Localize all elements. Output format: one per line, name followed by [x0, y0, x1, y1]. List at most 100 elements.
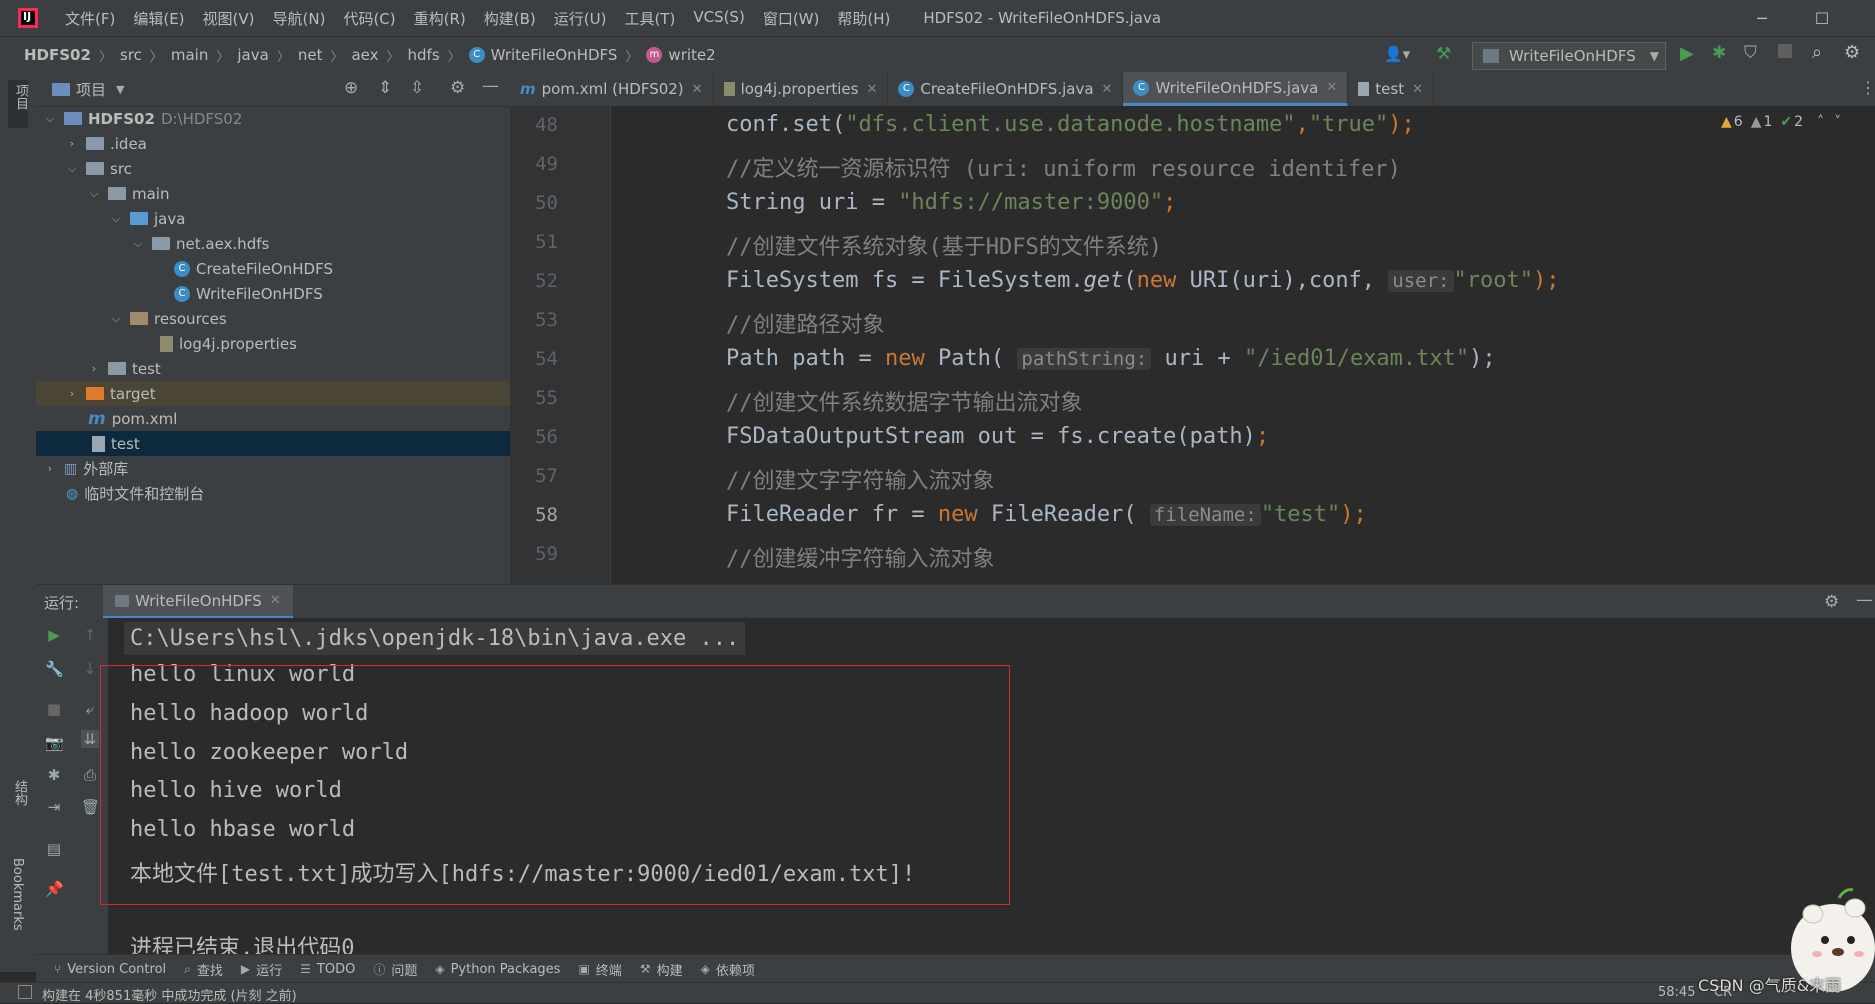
close-icon[interactable]: ✕ [270, 593, 281, 608]
tool-problems[interactable]: ⓘ 问题 [373, 960, 417, 979]
user-icon[interactable]: 👤▾ [1384, 45, 1410, 63]
tab-writefileonhdfs[interactable]: C WriteFileOnHDFS.java ✕ [1123, 72, 1349, 106]
breadcrumb-method[interactable]: write2 [668, 46, 715, 64]
more-tabs-icon[interactable]: ⋮ [1860, 78, 1875, 97]
inspection-widget[interactable]: ▲ 6 ▲ 1 ✔ 2 ˄ ˅ [1721, 114, 1841, 130]
stop-icon[interactable] [1778, 44, 1792, 58]
login-icon[interactable]: ⇥ [45, 798, 63, 816]
debug-icon[interactable]: ✱ [1712, 43, 1726, 63]
tree-item-java[interactable]: ⌵ java [36, 206, 510, 231]
breadcrumb-hdfs[interactable]: hdfs [408, 46, 440, 64]
trash-icon[interactable]: 🗑 [81, 798, 100, 816]
locate-target-icon[interactable]: ⊕ [344, 78, 358, 98]
menu-vcs[interactable]: VCS(S) [684, 8, 753, 29]
close-icon[interactable]: ✕ [1326, 80, 1337, 95]
hide-panel-icon[interactable]: — [1856, 590, 1873, 610]
menu-view[interactable]: 视图(V) [194, 8, 264, 29]
maximize-button[interactable]: ☐ [1796, 0, 1848, 36]
settings-gear-icon[interactable]: ⚙ [1824, 592, 1839, 612]
run-icon[interactable]: ▶ [1680, 43, 1694, 64]
search-icon[interactable]: ⌕ [1812, 42, 1822, 63]
collapse-all-icon[interactable]: ⇳ [410, 78, 424, 98]
debug-icon[interactable]: ✱ [45, 766, 63, 784]
breadcrumb-java[interactable]: java [237, 46, 268, 64]
tool-dependencies[interactable]: ◈ 依赖项 [701, 960, 755, 979]
toggle-tool-windows-icon[interactable] [18, 985, 32, 999]
expand-all-icon[interactable]: ⇕ [378, 78, 392, 98]
run-tab[interactable]: WriteFileOnHDFS ✕ [103, 585, 293, 619]
wrench-icon[interactable]: 🔧 [45, 660, 64, 678]
breadcrumb-project[interactable]: HDFS02 [24, 46, 91, 64]
tree-item-scratches[interactable]: ◍ 临时文件和控制台 [36, 481, 510, 506]
settings-gear-icon[interactable]: ⚙ [450, 78, 465, 98]
close-icon[interactable]: ✕ [692, 82, 703, 97]
close-icon[interactable]: ✕ [866, 82, 877, 97]
camera-icon[interactable]: 📷 [45, 734, 64, 752]
project-tool-button[interactable]: 项目 [8, 80, 28, 128]
tool-todo[interactable]: ☰ TODO [300, 962, 355, 977]
code-editor[interactable]: conf.set("dfs.client.use.datanode.hostna… [611, 106, 1875, 584]
chevron-up-icon[interactable]: ˄ [1817, 114, 1824, 130]
menu-window[interactable]: 窗口(W) [754, 8, 829, 29]
menu-navigate[interactable]: 导航(N) [264, 8, 335, 29]
menu-tools[interactable]: 工具(T) [615, 8, 684, 29]
structure-tool-label[interactable]: 结构 [10, 780, 29, 806]
minimize-button[interactable]: ─ [1736, 0, 1788, 36]
menu-help[interactable]: 帮助(H) [828, 8, 899, 29]
menu-refactor[interactable]: 重构(R) [405, 8, 475, 29]
tree-item-test-file[interactable]: test [36, 431, 510, 456]
pin-icon[interactable]: 📌 [45, 880, 64, 898]
menu-file[interactable]: 文件(F) [56, 8, 124, 29]
run-configuration-select[interactable]: WriteFileOnHDFS ▼ [1472, 42, 1666, 70]
tree-item-test-folder[interactable]: › test [36, 356, 510, 381]
status-message[interactable]: 构建在 4秒851毫秒 中成功完成 (片刻 之前) [42, 985, 297, 1004]
menu-build[interactable]: 构建(B) [475, 8, 545, 29]
menu-run[interactable]: 运行(U) [545, 8, 616, 29]
tree-item-log4j[interactable]: log4j.properties [36, 331, 510, 356]
tab-test[interactable]: test ✕ [1348, 72, 1434, 106]
tool-find[interactable]: ⌕ 查找 [184, 960, 223, 979]
tree-item-hdfs02[interactable]: ⌵ HDFS02 D:\HDFS02 [36, 106, 510, 131]
tree-item-src[interactable]: ⌵ src [36, 156, 510, 181]
rerun-icon[interactable]: ▶ [45, 626, 63, 644]
tool-terminal[interactable]: ▣ 终端 [578, 960, 621, 979]
settings-gear-icon[interactable]: ⚙ [1844, 42, 1860, 63]
build-hammer-icon[interactable]: ⚒ [1436, 44, 1451, 64]
tab-createfileonhdfs[interactable]: C CreateFileOnHDFS.java ✕ [888, 72, 1124, 106]
hide-panel-icon[interactable]: — [482, 76, 499, 96]
soft-wrap-icon[interactable]: ⤶ [81, 700, 99, 718]
tree-item-createfileonhdfs[interactable]: C CreateFileOnHDFS [36, 256, 510, 281]
close-icon[interactable]: ✕ [1102, 82, 1113, 97]
tree-item-external-libraries[interactable]: › ▥ 外部库 [36, 456, 510, 481]
print-icon[interactable]: ⎙ [81, 766, 99, 784]
tool-version-control[interactable]: ⑂ Version Control [54, 962, 166, 977]
arrow-up-icon[interactable]: ↑ [81, 626, 99, 644]
tree-item-resources[interactable]: ⌵ resources [36, 306, 510, 331]
coverage-icon[interactable]: ⛉ [1744, 43, 1757, 63]
tree-item-target[interactable]: › target [36, 381, 510, 406]
tree-item-package[interactable]: ⌵ net.aex.hdfs [36, 231, 510, 256]
breadcrumb-src[interactable]: src [120, 46, 142, 64]
breadcrumb-aex[interactable]: aex [351, 46, 378, 64]
scroll-to-end-icon[interactable]: ⇊ [81, 730, 99, 748]
caret-position[interactable]: 58:45 [1658, 985, 1695, 1000]
tool-build[interactable]: ⚒ 构建 [640, 960, 683, 979]
tool-run[interactable]: ▶ 运行 [241, 960, 282, 979]
chevron-down-icon[interactable]: ˅ [1834, 114, 1841, 130]
breadcrumb-class[interactable]: WriteFileOnHDFS [491, 46, 618, 64]
tab-log4j[interactable]: log4j.properties ✕ [714, 72, 889, 106]
tree-item-writefileonhdfs[interactable]: C WriteFileOnHDFS [36, 281, 510, 306]
arrow-down-icon[interactable]: ↓ [81, 660, 99, 678]
chevron-down-icon[interactable]: ▼ [116, 83, 124, 96]
project-view-label[interactable]: 项目 [76, 79, 106, 100]
tab-pom[interactable]: m pom.xml (HDFS02) ✕ [510, 72, 714, 106]
tool-python-packages[interactable]: ◈ Python Packages [435, 962, 560, 977]
menu-code[interactable]: 代码(C) [334, 8, 404, 29]
stop-icon[interactable]: ■ [45, 700, 63, 718]
menu-edit[interactable]: 编辑(E) [124, 8, 193, 29]
bookmarks-tool-label[interactable]: Bookmarks [10, 858, 25, 931]
close-icon[interactable]: ✕ [1412, 82, 1423, 97]
breadcrumb-net[interactable]: net [298, 46, 323, 64]
tree-item-main[interactable]: ⌵ main [36, 181, 510, 206]
breadcrumb-main[interactable]: main [171, 46, 208, 64]
